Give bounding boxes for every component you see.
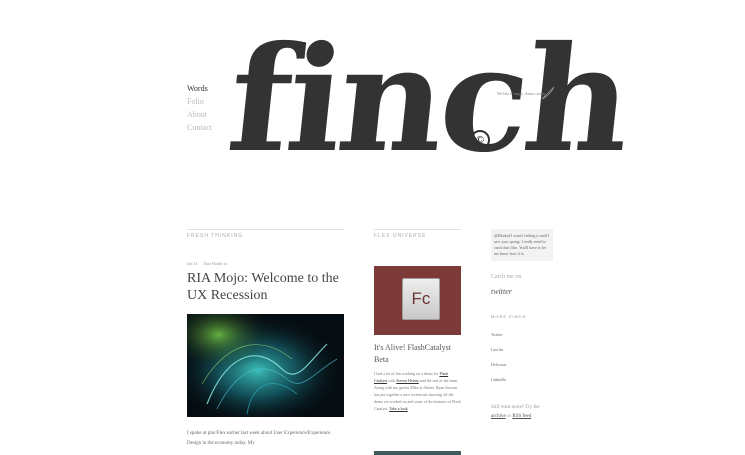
post-meta: Jan 14 Dare Hardly in bbox=[187, 261, 344, 266]
nav-item-folio[interactable]: Folio bbox=[187, 95, 212, 108]
more-link-twitter[interactable]: Twitter bbox=[491, 327, 553, 342]
latest-tweet: @Elladad I wasn't feeling it until I saw… bbox=[491, 229, 553, 261]
more-link-linkedin[interactable]: LinkedIn bbox=[491, 372, 553, 387]
next-post-strip bbox=[374, 451, 461, 455]
sidebar-post-title[interactable]: It's Alive! FlashCatalyst Beta bbox=[374, 342, 461, 366]
abstract-artwork bbox=[187, 314, 344, 417]
middle-column: Flex Universe Fc It's Alive! FlashCataly… bbox=[374, 229, 461, 455]
site-tagline: We like it happy. Some cream. bbox=[497, 91, 546, 96]
feather-icon bbox=[541, 86, 555, 100]
archive-note: Still want more? Try the archive or RSS … bbox=[491, 405, 540, 419]
flash-catalyst-image[interactable]: Fc bbox=[374, 266, 461, 335]
right-column: @Elladad I wasn't feeling it until I saw… bbox=[491, 229, 553, 421]
post-title[interactable]: RIA Mojo: Welcome to the UX Recession bbox=[187, 270, 344, 304]
post-image[interactable] bbox=[187, 314, 344, 417]
more-finch-list: Twitter Last.fm Delicious LinkedIn bbox=[491, 327, 553, 387]
post-date: Jan 14 bbox=[187, 261, 198, 266]
steven-link[interactable]: Steven Heintz bbox=[396, 378, 419, 383]
more-link-delicious[interactable]: Delicious bbox=[491, 357, 553, 372]
top-nav: Words Folio About Contact bbox=[187, 82, 212, 134]
archive-link[interactable]: archive bbox=[491, 414, 506, 419]
more-link-lastfm[interactable]: Last.fm bbox=[491, 342, 553, 357]
more-finch-heading: More Finch bbox=[491, 314, 527, 319]
section-heading: Fresh Thinking bbox=[187, 229, 344, 239]
nav-item-words[interactable]: Words bbox=[187, 82, 212, 95]
nav-item-contact[interactable]: Contact bbox=[187, 121, 212, 134]
catch-me-label: Catch me on bbox=[491, 274, 522, 280]
take-a-look-link[interactable]: Take a look bbox=[389, 406, 408, 411]
twitter-handle-link[interactable]: twitter bbox=[491, 287, 512, 296]
flash-catalyst-icon: Fc bbox=[402, 278, 440, 320]
post-tag[interactable]: Dare Hardly in bbox=[203, 261, 227, 266]
site-logo[interactable]: finch bbox=[219, 0, 635, 200]
nav-item-about[interactable]: About bbox=[187, 108, 212, 121]
main-column: Fresh Thinking Jan 14 Dare Hardly in RIA… bbox=[187, 229, 344, 449]
sidebar-post-body: I had a lot of fun working on a demo for… bbox=[374, 371, 461, 411]
copyright-mark: © bbox=[470, 130, 490, 150]
post-excerpt: I spoke at pin//Flex earlier last week a… bbox=[187, 431, 331, 446]
section-heading-flex: Flex Universe bbox=[374, 229, 461, 239]
rss-feed-link[interactable]: RSS feed bbox=[512, 414, 531, 419]
